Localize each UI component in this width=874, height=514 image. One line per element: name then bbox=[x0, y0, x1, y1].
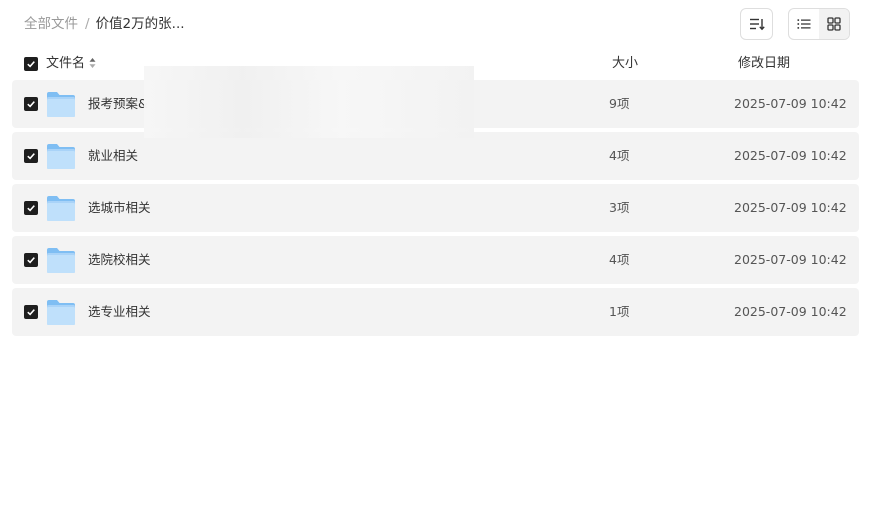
table-row[interactable]: 选专业相关 1项 2025-07-09 10:42 bbox=[12, 288, 859, 336]
grid-view-button[interactable] bbox=[819, 9, 849, 39]
row-checkbox[interactable] bbox=[24, 253, 38, 267]
check-icon bbox=[27, 309, 35, 316]
top-bar: 全部文件 / 价值2万的张... bbox=[0, 0, 874, 48]
folder-icon bbox=[47, 144, 75, 169]
list-view-icon bbox=[797, 19, 811, 29]
check-icon bbox=[27, 205, 35, 212]
table-row[interactable]: 就业相关 4项 2025-07-09 10:42 bbox=[12, 132, 859, 180]
redaction-overlay bbox=[144, 66, 474, 138]
view-toggle-group bbox=[788, 8, 850, 40]
file-name[interactable]: 报考预案& bbox=[88, 95, 148, 113]
file-name[interactable]: 就业相关 bbox=[88, 147, 138, 165]
list-view-button[interactable] bbox=[789, 9, 819, 39]
file-date: 2025-07-09 10:42 bbox=[734, 148, 847, 163]
check-icon bbox=[27, 101, 35, 108]
sort-toggle-icon[interactable] bbox=[89, 57, 96, 69]
sort-lines-icon bbox=[749, 18, 765, 31]
breadcrumb-current: 价值2万的张... bbox=[95, 16, 185, 32]
column-header-date[interactable]: 修改日期 bbox=[738, 55, 790, 73]
file-size: 3项 bbox=[609, 200, 630, 215]
table-row[interactable]: 选城市相关 3项 2025-07-09 10:42 bbox=[12, 184, 859, 232]
row-checkbox[interactable] bbox=[24, 149, 38, 163]
check-icon bbox=[27, 153, 35, 160]
file-date: 2025-07-09 10:42 bbox=[734, 252, 847, 267]
check-icon bbox=[27, 61, 35, 68]
column-header-name[interactable]: 文件名 bbox=[46, 55, 85, 73]
file-date: 2025-07-09 10:42 bbox=[734, 200, 847, 215]
folder-icon bbox=[47, 92, 75, 117]
file-size: 4项 bbox=[609, 252, 630, 267]
check-icon bbox=[27, 257, 35, 264]
grid-view-icon bbox=[827, 17, 841, 31]
sort-button[interactable] bbox=[740, 8, 773, 40]
breadcrumb-root-link[interactable]: 全部文件 bbox=[24, 16, 78, 32]
table-row[interactable]: 选院校相关 4项 2025-07-09 10:42 bbox=[12, 236, 859, 284]
file-name[interactable]: 选专业相关 bbox=[88, 303, 151, 321]
select-all-checkbox[interactable] bbox=[24, 57, 38, 71]
file-size: 4项 bbox=[609, 148, 630, 163]
folder-icon bbox=[47, 248, 75, 273]
file-date: 2025-07-09 10:42 bbox=[734, 96, 847, 111]
file-size: 1项 bbox=[609, 304, 630, 319]
breadcrumb-separator: / bbox=[85, 16, 90, 32]
breadcrumb: 全部文件 / 价值2万的张... bbox=[24, 15, 185, 33]
row-checkbox[interactable] bbox=[24, 97, 38, 111]
row-checkbox[interactable] bbox=[24, 305, 38, 319]
folder-icon bbox=[47, 300, 75, 325]
file-date: 2025-07-09 10:42 bbox=[734, 304, 847, 319]
file-name[interactable]: 选城市相关 bbox=[88, 199, 151, 217]
row-checkbox[interactable] bbox=[24, 201, 38, 215]
column-header-size[interactable]: 大小 bbox=[612, 55, 638, 73]
file-name[interactable]: 选院校相关 bbox=[88, 251, 151, 269]
file-size: 9项 bbox=[609, 96, 630, 111]
folder-icon bbox=[47, 196, 75, 221]
